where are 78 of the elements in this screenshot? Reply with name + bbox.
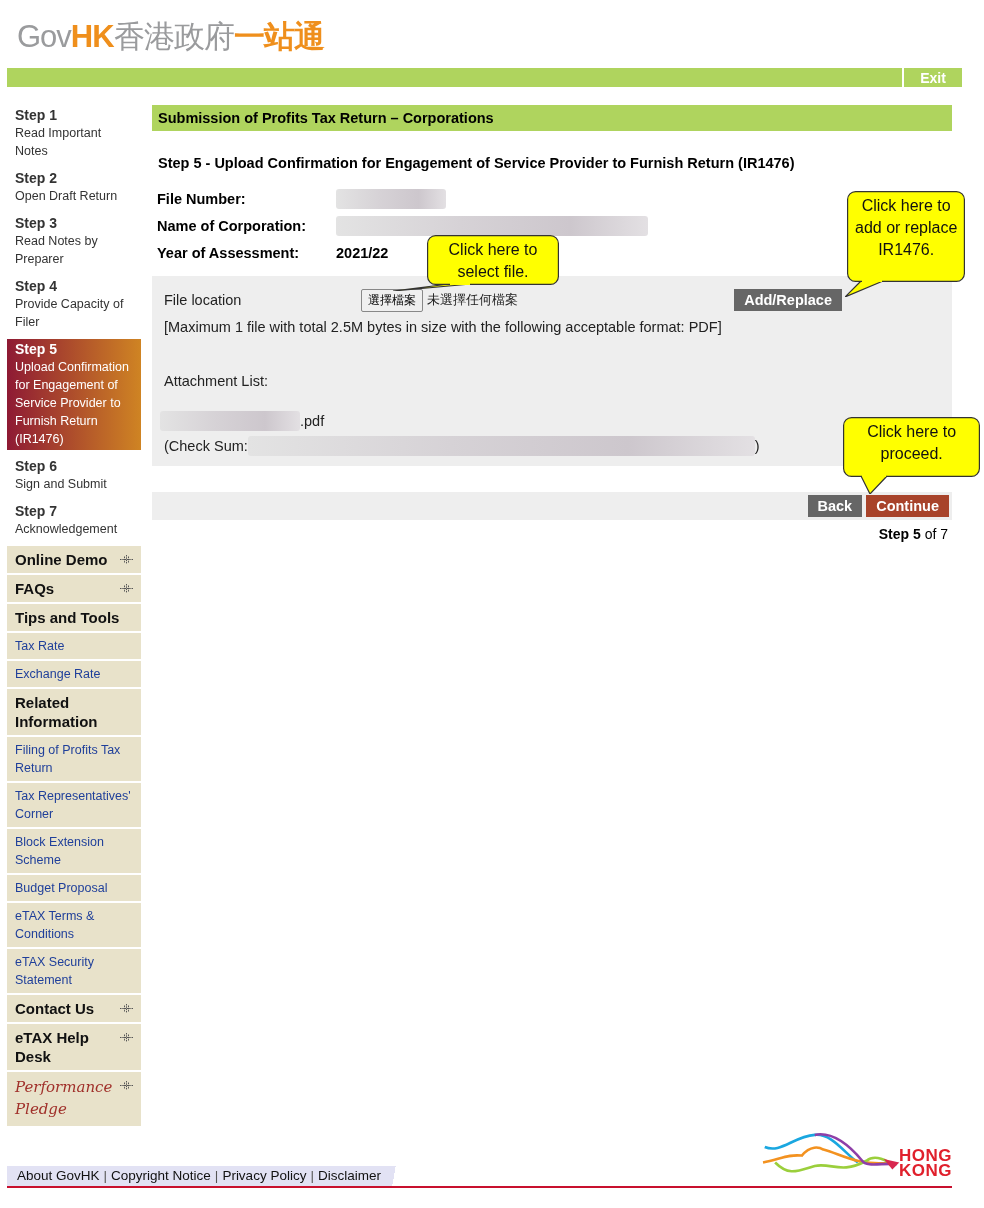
menu-item[interactable]: FAQs	[7, 575, 141, 604]
menu-item[interactable]: Contact Us	[7, 995, 141, 1024]
step-label: Provide Capacity of Filer	[15, 296, 125, 331]
menu-item[interactable]: Performance Pledge	[7, 1072, 141, 1128]
step-label: Upload Confirmation for Engagement of Service Provider to Furnish Return (IR1476)	[15, 359, 130, 448]
menu-item[interactable]: Tax Representatives' Corner	[7, 783, 141, 829]
link-separator: |	[310, 1168, 314, 1183]
step-label: Acknowledgement	[15, 521, 119, 538]
menu-link[interactable]: Budget Proposal	[15, 879, 108, 897]
field-value: 2021/22	[336, 244, 389, 261]
field-label: Year of Assessment:	[157, 244, 301, 261]
field-label: File location	[164, 292, 243, 308]
step-number: Step 2	[15, 169, 58, 187]
step-label: Open Draft Return	[15, 188, 119, 205]
menu-item[interactable]: eTAX Terms & Conditions	[7, 903, 141, 949]
menu-heading: FAQs	[15, 579, 55, 598]
menu-link[interactable]: Block Extension Scheme	[15, 833, 133, 869]
expand-icon	[120, 1004, 133, 1013]
add-replace-button[interactable]: Add/Replace	[734, 289, 842, 311]
expand-icon	[120, 1081, 133, 1090]
step-number: Step 3	[15, 214, 58, 232]
menu-item[interactable]: Tax Rate	[7, 633, 141, 661]
expand-icon	[120, 584, 133, 593]
menu-item[interactable]: eTAX Security Statement	[7, 949, 141, 995]
menu-heading: Tips and Tools	[15, 608, 120, 627]
file-extension: .pdf	[300, 413, 325, 429]
step-number: Step 7	[15, 502, 58, 520]
menu-link[interactable]: eTAX Security Statement	[15, 953, 133, 989]
expand-icon	[120, 1033, 133, 1042]
back-button[interactable]: Back	[807, 495, 863, 517]
page-title: Submission of Profits Tax Return – Corporations	[152, 105, 952, 131]
continue-button[interactable]: Continue	[866, 495, 949, 517]
step-heading: Step 5 - Upload Confirmation for Engagement of Service Provider to Furnish Return (IR1476)	[157, 154, 796, 173]
pledge-logo-text: Performance Pledge	[15, 1077, 114, 1120]
menu-link[interactable]: eTAX Terms & Conditions	[15, 907, 133, 943]
checksum-end: )	[754, 438, 760, 454]
menu-item[interactable]: Exchange Rate	[7, 661, 141, 689]
step-count-text: Step 5 of 7	[878, 525, 949, 542]
menu-heading: Online Demo	[15, 550, 108, 569]
menu-item[interactable]: Tips and Tools	[7, 604, 141, 633]
menu-heading: Related Information	[15, 693, 99, 731]
choose-file-button[interactable]: 選擇檔案	[361, 288, 423, 312]
link-separator: |	[103, 1168, 108, 1183]
field-label: Name of Corporation:	[157, 217, 308, 234]
menu-item[interactable]: Related Information	[7, 689, 141, 737]
menu-heading: Contact Us	[15, 999, 95, 1018]
step-number: Step 5	[15, 340, 58, 358]
hong-kong-logo-text: HONG KONG	[899, 1148, 952, 1178]
field-label: File Number:	[157, 190, 247, 207]
menu-link[interactable]: Tax Rate	[15, 637, 65, 655]
step-label: Sign and Submit	[15, 476, 108, 493]
step-label: Read Important Notes	[15, 125, 103, 160]
expand-icon	[120, 555, 133, 564]
step-label: Read Notes by Preparer	[15, 233, 99, 268]
footer-link[interactable]: Disclaimer	[317, 1168, 381, 1183]
menu-heading: eTAX Help Desk	[15, 1028, 90, 1066]
checksum-label: (Check Sum:	[164, 438, 248, 454]
footer-link[interactable]: Privacy Policy	[222, 1168, 307, 1183]
file-status: 未選擇任何檔案	[427, 291, 519, 309]
menu-item[interactable]: Budget Proposal	[7, 875, 141, 903]
step-number: Step 1	[15, 106, 58, 124]
step-number: Step 4	[15, 277, 58, 295]
menu-link[interactable]: Filing of Profits Tax Return	[15, 741, 133, 777]
callout: Click here to add or replace IR1476.	[845, 191, 966, 297]
menu-item[interactable]: Online Demo	[7, 546, 141, 575]
upload-note: [Maximum 1 file with total 2.5M bytes in size with the following acceptable format: PDF]	[164, 319, 723, 335]
menu-item[interactable]: Filing of Profits Tax Return	[7, 737, 141, 783]
link-separator: |	[214, 1168, 219, 1183]
attachment-label: Attachment List:	[164, 373, 269, 389]
menu-link[interactable]: Tax Representatives' Corner	[15, 787, 133, 823]
footer-link[interactable]: Copyright Notice	[111, 1168, 211, 1183]
callout: Click here to proceed.	[843, 417, 981, 494]
menu-link[interactable]: Exchange Rate	[15, 665, 101, 683]
callout: Click here to select file.	[393, 234, 559, 291]
menu-item[interactable]: eTAX Help Desk	[7, 1024, 141, 1072]
menu-item[interactable]: Block Extension Scheme	[7, 829, 141, 875]
footer-link[interactable]: About GovHK	[17, 1168, 100, 1183]
step-number: Step 6	[15, 457, 58, 475]
